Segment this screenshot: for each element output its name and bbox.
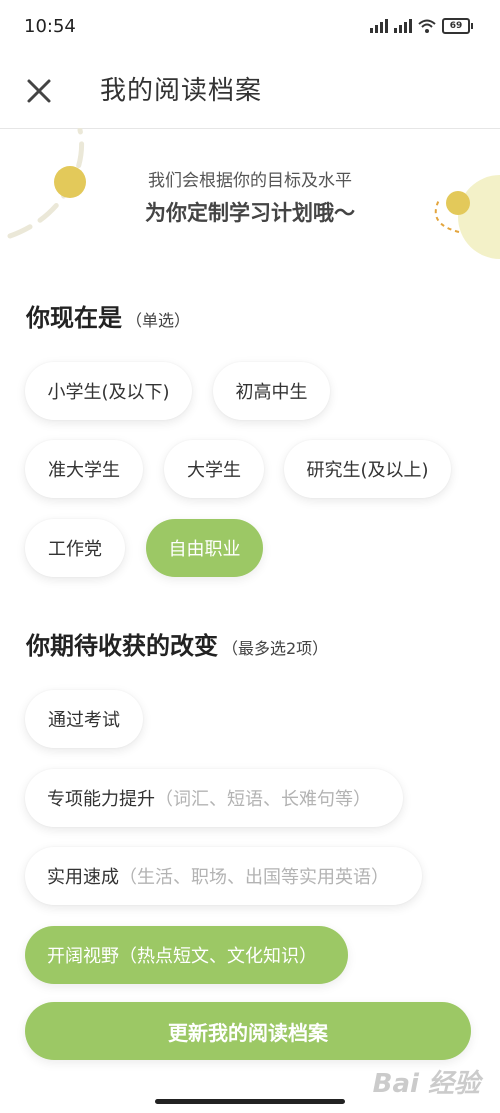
page-title: 我的阅读档案 [100,76,263,106]
goals-note: （最多选2项） [222,639,329,658]
status-icons: 69 [370,18,473,34]
option-label: 准大学生 [48,460,120,481]
goal-hint: （生活、职场、出国等实用英语） [119,867,389,888]
update-profile-button[interactable]: 更新我的阅读档案 [25,1002,471,1060]
option-label: 研究生(及以上) [306,460,429,481]
identity-section-title: 你现在是 （单选） [26,298,190,333]
option-university-student[interactable]: 大学生 [164,440,264,498]
goal-practical-speedup[interactable]: 实用速成 （生活、职场、出国等实用英语） [25,847,422,905]
goals-section-title: 你期待收获的改变 （最多选2项） [26,626,328,661]
option-label: 小学生(及以下) [47,382,170,403]
identity-title-text: 你现在是 [26,304,122,332]
signal-icon [370,19,388,33]
goal-label: 专项能力提升 [47,789,155,810]
header: 我的阅读档案 [0,58,500,129]
goal-skill-improvement[interactable]: 专项能力提升 （词汇、短语、长难句等） [25,769,403,827]
goal-pass-exam[interactable]: 通过考试 [25,690,143,748]
option-freelancer[interactable]: 自由职业 [146,519,263,577]
close-icon[interactable] [22,74,56,108]
goal-label: 实用速成 [47,867,119,888]
intro-title: 为你定制学习计划哦～ [145,201,355,225]
status-time: 10:54 [24,16,76,37]
option-label: 工作党 [48,539,102,560]
goal-hint: （词汇、短语、长难句等） [155,789,371,810]
goals-title-text: 你期待收获的改变 [26,632,218,660]
identity-note: （单选） [126,311,191,330]
goal-label: 通过考试 [48,710,120,731]
battery-icon: 69 [442,18,473,34]
status-bar: 10:54 69 [0,0,500,58]
wifi-icon [418,19,436,33]
option-middle-high-student[interactable]: 初高中生 [213,362,330,420]
option-label: 大学生 [187,460,241,481]
option-label: 自由职业 [168,539,241,560]
option-graduate-student[interactable]: 研究生(及以上) [284,440,451,498]
goal-hint: （热点短文、文化知识） [119,946,317,967]
option-label: 初高中生 [235,382,308,403]
option-primary-student[interactable]: 小学生(及以下) [25,362,192,420]
goal-label: 开阔视野 [47,946,119,967]
goal-broaden-horizons[interactable]: 开阔视野 （热点短文、文化知识） [25,926,348,984]
signal-icon [394,19,412,33]
home-indicator[interactable] [155,1099,345,1104]
option-pre-university[interactable]: 准大学生 [25,440,143,498]
intro-subtitle: 我们会根据你的目标及水平 [148,171,352,191]
option-worker[interactable]: 工作党 [25,519,125,577]
watermark: Bai 经验 [372,1069,480,1099]
